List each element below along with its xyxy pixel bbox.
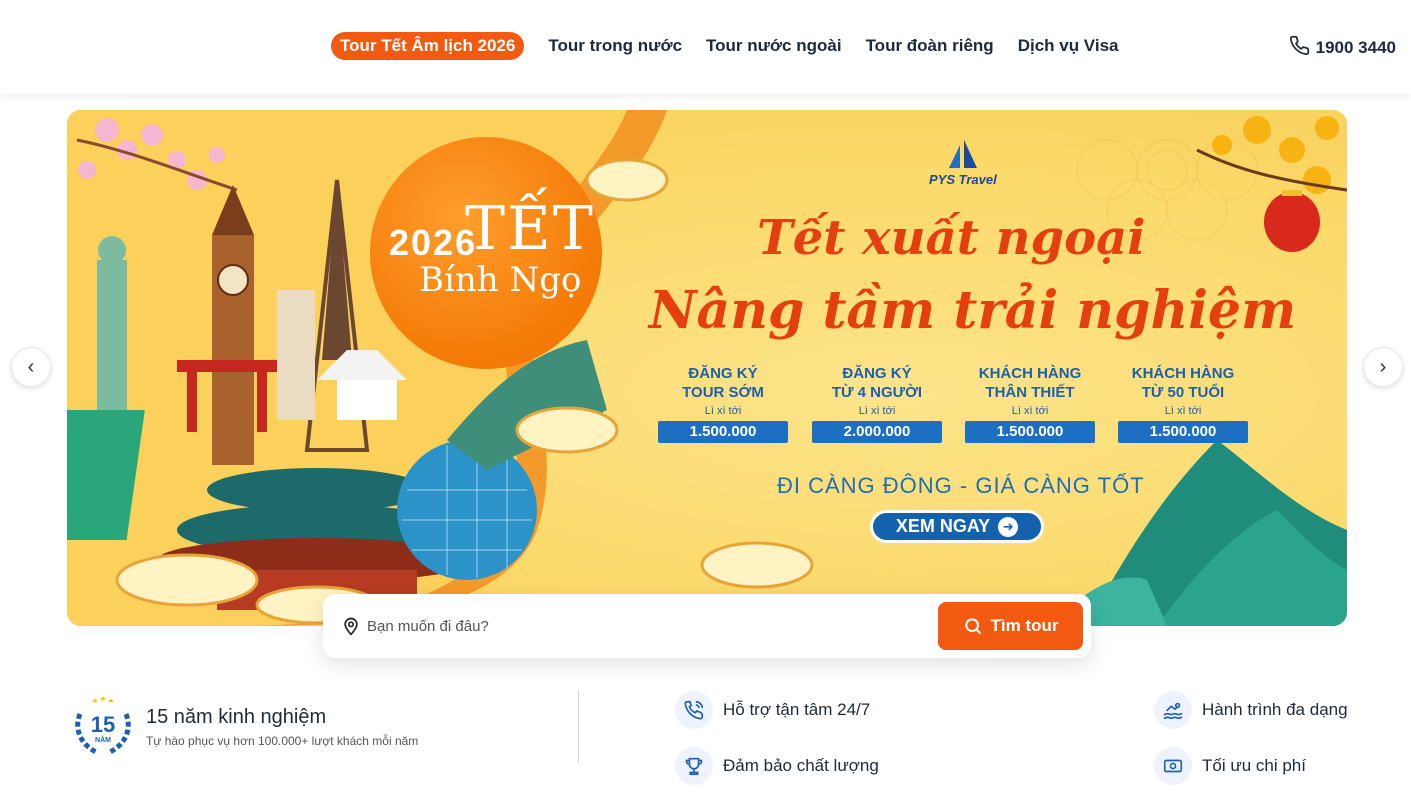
offer-title-1: KHÁCH HÀNG xyxy=(978,365,1082,382)
feature-label: Đảm bảo chất lượng xyxy=(723,756,879,775)
chevron-right-icon: › xyxy=(1379,355,1387,378)
offer-title-2: TỪ 4 NGƯỜI xyxy=(831,384,923,401)
feature-cost: Tối ưu chi phí xyxy=(1154,747,1306,785)
carousel-prev-button[interactable]: ‹ xyxy=(11,347,51,387)
search-icon xyxy=(964,618,981,635)
trophy-icon xyxy=(675,747,713,785)
offer-amount: 1.500.000 xyxy=(1118,421,1248,443)
banner-headline-2: Nâng tầm trải nghiệm xyxy=(649,280,1297,341)
offer-loyal-customer: KHÁCH HÀNG THÂN THIẾT Lì xì tới 1.500.00… xyxy=(964,364,1096,443)
laurel-badge-icon: 15 NĂM xyxy=(75,696,131,755)
swim-icon xyxy=(1154,691,1192,729)
offer-group-4: ĐĂNG KÝ TỪ 4 NGƯỜI Lì xì tới 2.000.000 xyxy=(811,364,943,443)
experience-subtitle: Tự hào phục vụ hơn 100.000+ lượt khách m… xyxy=(146,734,419,748)
banner-slogan: ĐI CÀNG ĐÔNG - GIÁ CÀNG TỐT xyxy=(777,473,1145,498)
offer-note: Lì xì tới xyxy=(704,405,742,417)
feature-divider xyxy=(578,690,579,762)
offer-note: Lì xì tới xyxy=(1011,405,1049,417)
nav-tour-private-group[interactable]: Tour đoàn riêng xyxy=(866,36,994,56)
offer-early-booking: ĐĂNG KÝ TOUR SỚM Lì xì tới 1.500.000 xyxy=(657,364,789,443)
nav-tour-international[interactable]: Tour nước ngoài xyxy=(706,36,842,56)
nav-visa-service[interactable]: Dịch vụ Visa xyxy=(1018,36,1119,56)
arrow-right-icon: ➜ xyxy=(998,516,1019,537)
feature-label: Hành trình đa dạng xyxy=(1202,700,1348,719)
offer-note: Lì xì tới xyxy=(858,405,896,417)
experience-badge-unit: NĂM xyxy=(95,735,111,744)
experience-block: 15 NĂM 15 năm kinh nghiệm Tự hào phục vụ… xyxy=(70,692,570,762)
tet-badge-word: TẾT xyxy=(465,194,595,264)
offer-title-2: TỪ 50 TUỔI xyxy=(1141,384,1225,401)
search-tour-button[interactable]: Tìm tour xyxy=(938,602,1083,650)
offer-amount: 1.500.000 xyxy=(965,421,1095,443)
feature-quality: Đảm bảo chất lượng xyxy=(675,747,879,785)
feature-label: Tối ưu chi phí xyxy=(1202,756,1306,775)
experience-badge-number: 15 xyxy=(91,712,115,737)
nav-tour-domestic[interactable]: Tour trong nước xyxy=(548,36,682,56)
search-tour-label: Tìm tour xyxy=(990,616,1059,635)
banner-headline-1: Tết xuất ngoại xyxy=(757,210,1146,266)
offer-amount: 1.500.000 xyxy=(658,421,788,443)
offer-title-1: KHÁCH HÀNG xyxy=(1131,365,1235,382)
feature-label: Hỗ trợ tận tâm 24/7 xyxy=(723,700,871,719)
offer-title-2: TOUR SỚM xyxy=(682,384,764,401)
hotline[interactable]: 1900 3440 xyxy=(1289,35,1396,61)
banner-cta-label: XEM NGAY xyxy=(895,516,991,536)
main-nav: Tour Tết Âm lịch 2026 Tour trong nước To… xyxy=(331,32,1118,60)
hero-banner[interactable]: 2026 TẾT Bính Ngọ PYS Travel Tết xuất ng… xyxy=(67,110,1347,626)
experience-title: 15 năm kinh nghiệm xyxy=(146,706,327,728)
tet-badge-year: 2026 xyxy=(389,222,478,263)
destination-search-input[interactable] xyxy=(367,610,927,642)
carousel-next-button[interactable]: › xyxy=(1363,347,1403,387)
offer-amount: 2.000.000 xyxy=(812,421,942,443)
chevron-left-icon: ‹ xyxy=(27,355,35,378)
banner-cta-button[interactable]: XEM NGAY ➜ xyxy=(870,510,1044,543)
location-pin-icon xyxy=(344,617,358,636)
site-header: Tour Tết Âm lịch 2026 Tour trong nước To… xyxy=(0,0,1411,94)
offer-note: Lì xì tới xyxy=(1164,405,1202,417)
hotline-number: 1900 3440 xyxy=(1315,38,1396,57)
phone-icon xyxy=(1289,35,1310,61)
tet-badge-subtitle: Bính Ngọ xyxy=(419,260,582,300)
tour-search-bar: Tìm tour xyxy=(323,594,1091,658)
money-icon xyxy=(1154,747,1192,785)
offer-over-50: KHÁCH HÀNG TỪ 50 TUỔI Lì xì tới 1.500.00… xyxy=(1117,364,1249,443)
offer-title-1: ĐĂNG KÝ xyxy=(688,365,758,382)
nav-tour-tet[interactable]: Tour Tết Âm lịch 2026 xyxy=(331,32,525,60)
feature-diverse-trips: Hành trình đa dạng xyxy=(1154,691,1348,729)
feature-support: Hỗ trợ tận tâm 24/7 xyxy=(675,691,870,729)
brand-logo-text: PYS Travel xyxy=(929,172,997,187)
offer-title-1: ĐĂNG KÝ xyxy=(842,365,912,382)
offer-title-2: THÂN THIẾT xyxy=(985,384,1075,401)
phone-support-icon xyxy=(675,691,713,729)
